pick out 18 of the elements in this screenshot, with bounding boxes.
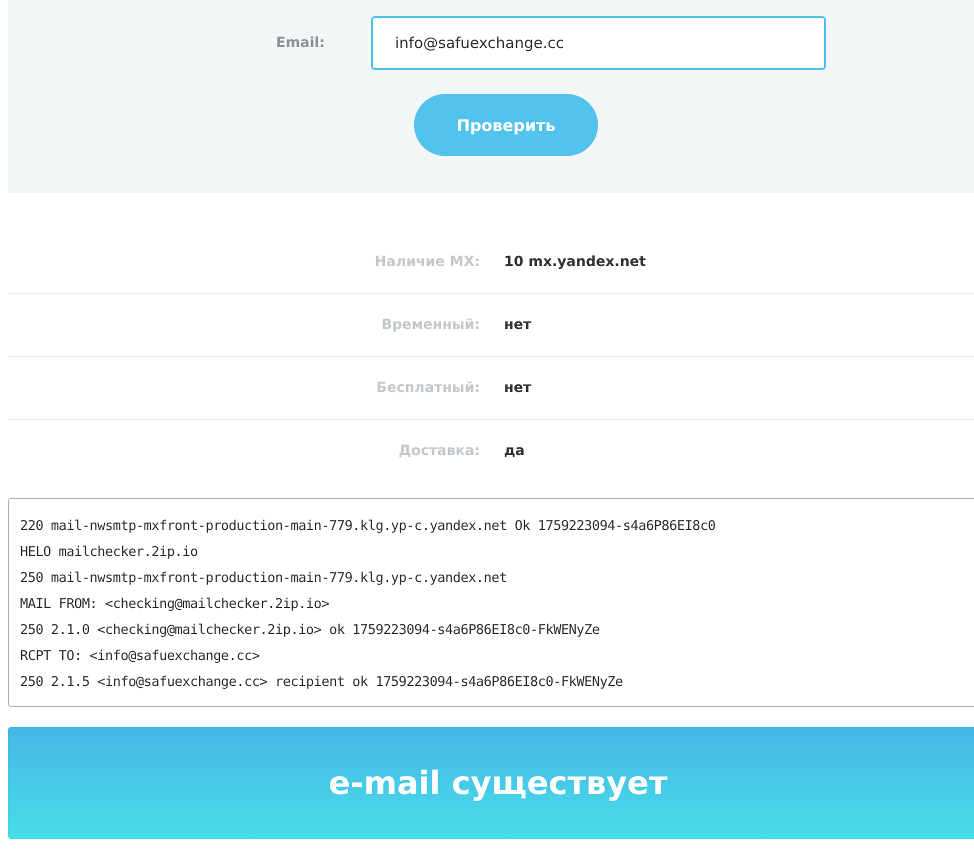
result-label: Доставка: <box>398 443 480 459</box>
result-value: 10 mx.yandex.net <box>504 254 647 270</box>
log-line: HELO mailchecker.2ip.io <box>20 543 199 562</box>
log-line: 250 2.1.5 <info@safuexchange.cc> recipient ok 1759223094-s4a6P86EI8c0-FkWENyZe <box>20 673 624 692</box>
log-line: RCPT TO: <info@safuexchange.cc> <box>20 647 261 666</box>
log-line: 250 2.1.0 <checking@mailchecker.2ip.io> ok 1759223094-s4a6P86EI8c0-FkWENyZe <box>20 621 601 640</box>
result-label: Наличие MX: <box>374 254 480 270</box>
log-line: MAIL FROM: <checking@mailchecker.2ip.io> <box>20 595 330 614</box>
result-value: да <box>504 443 526 459</box>
log-line: 250 mail-nwsmtp-mxfront-production-main-779.klg.yp-c.yandex.net <box>20 569 508 588</box>
result-value: нет <box>504 380 532 396</box>
verdict-text: e-mail существует <box>328 764 668 802</box>
log-line: 220 mail-nwsmtp-mxfront-production-main-779.klg.yp-c.yandex.net Ok 1759223094-s4a6P86EI8c0 <box>20 517 716 536</box>
email-field[interactable]: info@safuexchange.cc <box>371 16 826 70</box>
email-label: Email: <box>276 35 326 51</box>
result-value: нет <box>504 317 532 333</box>
result-label: Бесплатный: <box>376 380 480 396</box>
result-label: Временный: <box>381 317 480 333</box>
